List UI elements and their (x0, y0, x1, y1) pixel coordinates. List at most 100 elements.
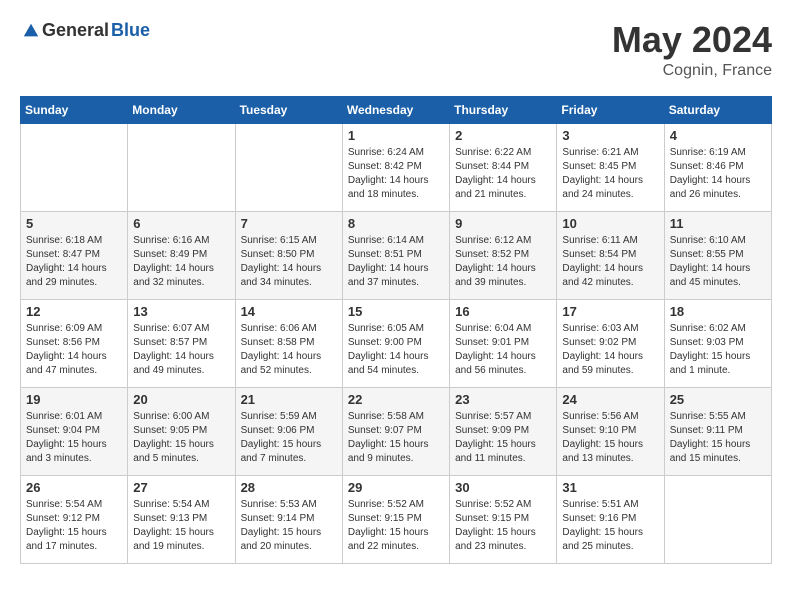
calendar-cell: 28Sunrise: 5:53 AM Sunset: 9:14 PM Dayli… (235, 475, 342, 563)
calendar-table: SundayMondayTuesdayWednesdayThursdayFrid… (20, 96, 772, 564)
calendar-cell: 24Sunrise: 5:56 AM Sunset: 9:10 PM Dayli… (557, 387, 664, 475)
calendar-cell: 30 Sunrise: 5:52 AM Sunset: 9:15 PM Dayli… (450, 475, 557, 563)
day-info: Sunrise: 5:56 AM Sunset: 9:10 PM Dayligh… (562, 410, 658, 466)
location: Cognin, France (612, 62, 772, 80)
day-info: Sunrise: 6:12 AM Sunset: 8:52 PM Dayligh… (455, 234, 551, 290)
day-info: Sunrise: 6:10 AM Sunset: 8:55 PM Dayligh… (670, 234, 766, 290)
day-number: 22 (348, 392, 444, 407)
logo-icon (22, 22, 40, 40)
day-number: 16 (455, 304, 551, 319)
day-number: 21 (241, 392, 337, 407)
day-info: Sunrise: 6:09 AM Sunset: 8:56 PM Dayligh… (26, 322, 122, 378)
calendar-cell: 9 Sunrise: 6:12 AM Sunset: 8:52 PM Daylig… (450, 211, 557, 299)
day-info: Sunrise: 5:54 AM Sunset: 9:13 PM Dayligh… (133, 498, 229, 554)
day-info: Sunrise: 6:15 AM Sunset: 8:50 PM Dayligh… (241, 234, 337, 290)
calendar-cell: 20 Sunrise: 6:00 AM Sunset: 9:05 PM Dayli… (128, 387, 235, 475)
calendar-cell: 1 Sunrise: 6:24 AM Sunset: 8:42 PM Daylig… (342, 123, 449, 211)
calendar-cell: 13Sunrise: 6:07 AM Sunset: 8:57 PM Dayli… (128, 299, 235, 387)
calendar-week-row: 12 Sunrise: 6:09 AM Sunset: 8:56 PM Dayli… (21, 299, 772, 387)
calendar-cell: 18Sunrise: 6:02 AM Sunset: 9:03 PM Dayli… (664, 299, 771, 387)
calendar-cell: 11Sunrise: 6:10 AM Sunset: 8:55 PM Dayli… (664, 211, 771, 299)
day-number: 3 (562, 128, 658, 143)
day-info: Sunrise: 6:18 AM Sunset: 8:47 PM Dayligh… (26, 234, 122, 290)
day-number: 23 (455, 392, 551, 407)
day-number: 18 (670, 304, 766, 319)
day-number: 30 (455, 480, 551, 495)
day-info: Sunrise: 6:06 AM Sunset: 8:58 PM Dayligh… (241, 322, 337, 378)
day-number: 27 (133, 480, 229, 495)
calendar-cell: 22Sunrise: 5:58 AM Sunset: 9:07 PM Dayli… (342, 387, 449, 475)
calendar-header-friday: Friday (557, 96, 664, 123)
calendar-cell: 19 Sunrise: 6:01 AM Sunset: 9:04 PM Dayli… (21, 387, 128, 475)
day-info: Sunrise: 6:00 AM Sunset: 9:05 PM Dayligh… (133, 410, 229, 466)
day-number: 25 (670, 392, 766, 407)
day-number: 9 (455, 216, 551, 231)
day-number: 1 (348, 128, 444, 143)
day-number: 10 (562, 216, 658, 231)
day-info: Sunrise: 6:01 AM Sunset: 9:04 PM Dayligh… (26, 410, 122, 466)
day-info: Sunrise: 6:14 AM Sunset: 8:51 PM Dayligh… (348, 234, 444, 290)
calendar-cell: 31 Sunrise: 5:51 AM Sunset: 9:16 PM Dayli… (557, 475, 664, 563)
day-number: 8 (348, 216, 444, 231)
calendar-header-saturday: Saturday (664, 96, 771, 123)
day-info: Sunrise: 6:24 AM Sunset: 8:42 PM Dayligh… (348, 146, 444, 202)
calendar-cell: 15 Sunrise: 6:05 AM Sunset: 9:00 PM Dayli… (342, 299, 449, 387)
calendar-cell: 21 Sunrise: 5:59 AM Sunset: 9:06 PM Dayli… (235, 387, 342, 475)
calendar-cell: 23 Sunrise: 5:57 AM Sunset: 9:09 PM Dayli… (450, 387, 557, 475)
day-number: 7 (241, 216, 337, 231)
calendar-cell: 12 Sunrise: 6:09 AM Sunset: 8:56 PM Dayli… (21, 299, 128, 387)
calendar-cell: 3 Sunrise: 6:21 AM Sunset: 8:45 PM Daylig… (557, 123, 664, 211)
calendar-cell: 2Sunrise: 6:22 AM Sunset: 8:44 PM Daylig… (450, 123, 557, 211)
calendar-cell: 14 Sunrise: 6:06 AM Sunset: 8:58 PM Dayli… (235, 299, 342, 387)
day-info: Sunrise: 6:19 AM Sunset: 8:46 PM Dayligh… (670, 146, 766, 202)
calendar-header-monday: Monday (128, 96, 235, 123)
calendar-cell: 10Sunrise: 6:11 AM Sunset: 8:54 PM Dayli… (557, 211, 664, 299)
calendar-header-row: SundayMondayTuesdayWednesdayThursdayFrid… (21, 96, 772, 123)
logo: GeneralBlue (20, 20, 150, 41)
day-info: Sunrise: 5:54 AM Sunset: 9:12 PM Dayligh… (26, 498, 122, 554)
calendar-cell: 29Sunrise: 5:52 AM Sunset: 9:15 PM Dayli… (342, 475, 449, 563)
calendar-cell: 26 Sunrise: 5:54 AM Sunset: 9:12 PM Dayli… (21, 475, 128, 563)
title-block: May 2024 Cognin, France (612, 20, 772, 80)
day-info: Sunrise: 6:21 AM Sunset: 8:45 PM Dayligh… (562, 146, 658, 202)
day-info: Sunrise: 6:07 AM Sunset: 8:57 PM Dayligh… (133, 322, 229, 378)
calendar-cell: 25 Sunrise: 5:55 AM Sunset: 9:11 PM Dayli… (664, 387, 771, 475)
logo-general: General (42, 20, 109, 41)
day-number: 15 (348, 304, 444, 319)
day-number: 17 (562, 304, 658, 319)
calendar-header-wednesday: Wednesday (342, 96, 449, 123)
day-info: Sunrise: 5:52 AM Sunset: 9:15 PM Dayligh… (455, 498, 551, 554)
day-number: 12 (26, 304, 122, 319)
day-info: Sunrise: 5:55 AM Sunset: 9:11 PM Dayligh… (670, 410, 766, 466)
day-number: 29 (348, 480, 444, 495)
day-info: Sunrise: 6:04 AM Sunset: 9:01 PM Dayligh… (455, 322, 551, 378)
day-info: Sunrise: 6:16 AM Sunset: 8:49 PM Dayligh… (133, 234, 229, 290)
day-number: 28 (241, 480, 337, 495)
calendar-cell: 6Sunrise: 6:16 AM Sunset: 8:49 PM Daylig… (128, 211, 235, 299)
day-info: Sunrise: 5:51 AM Sunset: 9:16 PM Dayligh… (562, 498, 658, 554)
day-info: Sunrise: 5:59 AM Sunset: 9:06 PM Dayligh… (241, 410, 337, 466)
calendar-cell (128, 123, 235, 211)
calendar-cell (21, 123, 128, 211)
calendar-cell: 17Sunrise: 6:03 AM Sunset: 9:02 PM Dayli… (557, 299, 664, 387)
calendar-week-row: 19 Sunrise: 6:01 AM Sunset: 9:04 PM Dayli… (21, 387, 772, 475)
day-info: Sunrise: 5:57 AM Sunset: 9:09 PM Dayligh… (455, 410, 551, 466)
page-header: GeneralBlue May 2024 Cognin, France (20, 20, 772, 80)
day-number: 20 (133, 392, 229, 407)
day-number: 19 (26, 392, 122, 407)
calendar-cell: 5 Sunrise: 6:18 AM Sunset: 8:47 PM Daylig… (21, 211, 128, 299)
calendar-cell (235, 123, 342, 211)
day-number: 31 (562, 480, 658, 495)
calendar-week-row: 1 Sunrise: 6:24 AM Sunset: 8:42 PM Daylig… (21, 123, 772, 211)
day-number: 5 (26, 216, 122, 231)
calendar-cell (664, 475, 771, 563)
day-number: 2 (455, 128, 551, 143)
month-year: May 2024 (612, 20, 772, 60)
day-number: 14 (241, 304, 337, 319)
calendar-cell: 27 Sunrise: 5:54 AM Sunset: 9:13 PM Dayli… (128, 475, 235, 563)
calendar-header-thursday: Thursday (450, 96, 557, 123)
day-number: 26 (26, 480, 122, 495)
calendar-week-row: 5 Sunrise: 6:18 AM Sunset: 8:47 PM Daylig… (21, 211, 772, 299)
calendar-week-row: 26 Sunrise: 5:54 AM Sunset: 9:12 PM Dayli… (21, 475, 772, 563)
day-info: Sunrise: 6:05 AM Sunset: 9:00 PM Dayligh… (348, 322, 444, 378)
